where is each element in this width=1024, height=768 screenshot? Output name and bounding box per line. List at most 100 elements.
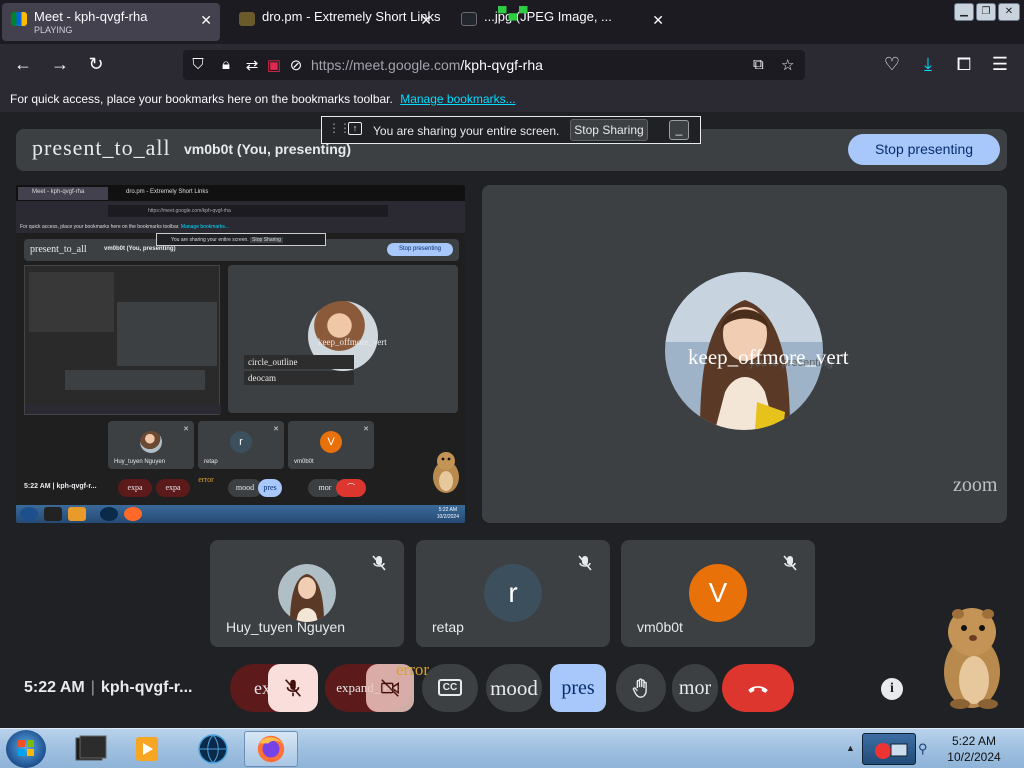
downloads-icon[interactable]: ⤓: [917, 54, 939, 74]
address-bar[interactable]: ⛉ 🔒︎ ⇄ ▣ ⊘ https://meet.google.com/kph-q…: [183, 50, 805, 80]
restore-window-button[interactable]: ❐: [976, 3, 996, 21]
taskbar-app-globe[interactable]: [186, 731, 240, 767]
close-tab-icon[interactable]: ✕: [652, 12, 664, 29]
preview-app-icon: [124, 507, 142, 521]
taskbar-clock[interactable]: 5:22 AM 10/2/2024: [934, 733, 1014, 765]
firefox-icon: [257, 735, 285, 763]
preview-banner-stop: Stop Sharing: [250, 237, 283, 243]
drag-handle-icon[interactable]: ⋮⋮: [328, 121, 351, 135]
screen-share-preview: Meet - kph-qvgf-rha dro.pm - Extremely S…: [16, 185, 465, 523]
participant-tile[interactable]: r retap: [416, 540, 610, 647]
preview-time-text: 5:22 AM: [24, 483, 51, 490]
minimize-window-button[interactable]: ▁: [954, 3, 974, 21]
clock-time: 5:22 AM: [951, 734, 997, 748]
manage-bookmarks-link[interactable]: Manage bookmarks...: [400, 92, 515, 106]
call-end-icon: [748, 686, 768, 693]
forward-button[interactable]: →: [49, 54, 71, 74]
preview-app-icon: [100, 507, 118, 521]
menu-icon[interactable]: ☰: [989, 54, 1011, 74]
more-options-button[interactable]: mor: [672, 664, 718, 712]
back-button[interactable]: ←: [12, 54, 34, 74]
preview-avatar: V: [320, 431, 342, 453]
present-now-button[interactable]: pres: [550, 664, 606, 712]
tab-meet[interactable]: Meet - kph-qvgf-rha PLAYING ✕: [2, 3, 220, 41]
mic-off-icon: [578, 555, 592, 571]
bookmarks-toolbar: For quick access, place your bookmarks h…: [0, 86, 1024, 112]
screen-sharing-icon[interactable]: ▣: [265, 56, 283, 74]
preview-avatar: r: [230, 431, 252, 453]
tile-options-label[interactable]: keep_offmore_vert: [688, 345, 849, 370]
hand-icon: [632, 678, 647, 698]
pocket-icon[interactable]: ♡: [881, 54, 903, 74]
minimize-banner-button[interactable]: _: [669, 120, 689, 140]
zoom-button[interactable]: zoom: [953, 474, 997, 497]
raise-hand-button[interactable]: [616, 664, 666, 712]
screen-sharing-banner: ⋮⋮ ↑ You are sharing your entire screen.…: [321, 116, 701, 144]
close-tab-icon[interactable]: ✕: [200, 12, 212, 29]
mic-off-icon: [783, 555, 797, 571]
tab-title: dro.pm - Extremely Short Links: [262, 9, 440, 24]
preview-app-icon: [68, 507, 86, 521]
taskbar-app-terminal[interactable]: [62, 731, 116, 767]
start-button[interactable]: [6, 730, 46, 768]
stop-sharing-button[interactable]: Stop Sharing: [570, 119, 648, 141]
preview-participant-name: vm0b0t: [294, 459, 314, 465]
shield-icon[interactable]: ⛉: [189, 56, 207, 73]
reload-button[interactable]: ↻: [85, 54, 107, 74]
stop-presenting-button[interactable]: Stop presenting: [848, 134, 1000, 165]
taskbar-app-media-player[interactable]: [120, 731, 174, 767]
share-screen-icon: ↑: [348, 122, 362, 135]
network-icon[interactable]: ⚲: [918, 741, 928, 757]
taskbar-app-firefox[interactable]: [244, 731, 298, 767]
mic-off-icon: [285, 679, 301, 697]
media-player-icon: [136, 737, 158, 761]
mic-off-icon: ✕: [363, 426, 369, 433]
captions-button[interactable]: CC: [422, 664, 478, 712]
extensions-icon[interactable]: ⧠: [953, 54, 975, 74]
meeting-info: 5:22 AM | kph-qvgf-r...: [24, 679, 192, 697]
bookmark-star-icon[interactable]: ☆: [781, 56, 794, 74]
tray-app-icon[interactable]: [862, 733, 916, 765]
google-meet-icon: [11, 12, 27, 26]
url-text: https://meet.google.com/kph-qvgf-rha: [311, 57, 543, 73]
microphone-toggle-button[interactable]: [268, 664, 318, 712]
participant-name: retap: [432, 619, 464, 635]
mic-off-icon: ✕: [273, 426, 279, 433]
preview-banner-text: You are sharing your entire screen.: [171, 237, 249, 243]
separator: |: [90, 679, 95, 696]
mic-off-icon: ✕: [183, 426, 189, 433]
permissions-icon[interactable]: ⇄: [243, 56, 261, 74]
tab-jpeg-image[interactable]: ...jpg (JPEG Image, ... ✕: [452, 3, 672, 41]
preview-big-tile: keep_offmore_vert circle_outline deocam: [228, 265, 458, 413]
preview-nested-screen: [24, 265, 221, 415]
preview-participant-tile: r ✕ retap: [198, 421, 284, 469]
meeting-code: kph-qvgf-r...: [100, 679, 193, 696]
picture-in-picture-icon[interactable]: ⧉: [753, 56, 764, 73]
nested-share: [29, 272, 114, 332]
participant-avatar: [278, 564, 336, 622]
lock-icon[interactable]: 🔒︎: [217, 56, 235, 73]
nested-tile: [117, 302, 217, 366]
preview-control-bar: 5:22 AM | kph-qvgf-r... expa expa error …: [16, 475, 465, 503]
preview-menu-item: circle_outline: [244, 355, 354, 369]
show-hidden-icons-icon[interactable]: ▲: [846, 743, 855, 753]
preview-present-title: present_to_all: [30, 244, 87, 255]
meeting-details-button[interactable]: i: [881, 678, 903, 700]
tab-dro-pm[interactable]: dro.pm - Extremely Short Links ✕: [230, 3, 440, 41]
participant-name: Huy_tuyen Nguyen: [226, 619, 346, 635]
sharing-status-text: You are sharing your entire screen.: [373, 124, 560, 138]
camera-blocked-icon[interactable]: ⊘: [287, 56, 305, 74]
screen: { "browser": { "tabs": [ {"title": "Meet…: [0, 0, 1024, 768]
preview-ctrl: pres: [258, 479, 282, 497]
participant-tile[interactable]: Huy_tuyen Nguyen: [210, 540, 404, 647]
participant-tile[interactable]: V vm0b0t: [621, 540, 815, 647]
close-tab-icon[interactable]: ✕: [420, 12, 432, 29]
main-video-tile[interactable]: you're presenting keep_offmore_vert zoom: [482, 185, 1007, 523]
image-icon: [461, 12, 477, 26]
leave-call-button[interactable]: [722, 664, 794, 712]
reactions-button[interactable]: mood: [486, 664, 542, 712]
close-window-button[interactable]: ✕: [998, 3, 1020, 21]
call-control-bar: 5:22 AM|kph-qvgf-r... expa expand_less C…: [0, 652, 1024, 728]
preview-start-icon: [20, 507, 38, 521]
participant-name: vm0b0t: [637, 619, 683, 635]
